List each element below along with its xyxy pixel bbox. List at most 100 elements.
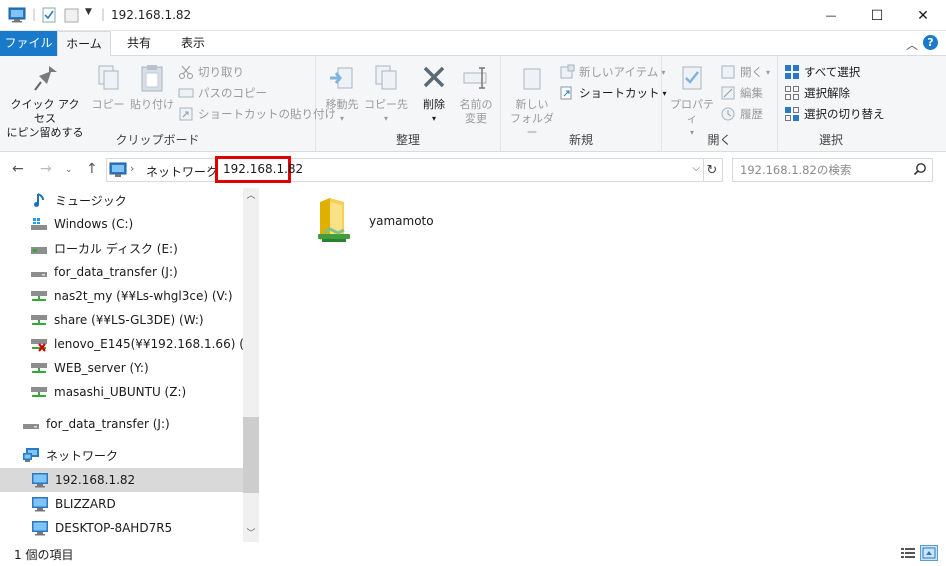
nav-item-label: for_data_transfer (J:) bbox=[46, 417, 170, 431]
tab-file[interactable]: ファイル bbox=[0, 31, 57, 56]
search-box[interactable] bbox=[732, 158, 933, 182]
new-folder-qat-icon[interactable] bbox=[64, 7, 80, 23]
nav-item-for-data-transfer-j[interactable]: for_data_transfer (J:) bbox=[0, 260, 243, 284]
close-button[interactable]: ✕ bbox=[900, 0, 946, 31]
qat-customize-icon[interactable]: ▼ bbox=[85, 7, 92, 17]
open-icon bbox=[721, 65, 735, 79]
breadcrumb-current-highlighted[interactable]: 192.168.1.82 bbox=[215, 156, 303, 183]
scroll-up-icon[interactable]: ︿ bbox=[243, 188, 259, 204]
copy-to-dropdown-icon: ▾ bbox=[383, 114, 388, 123]
network-drive-icon bbox=[30, 288, 48, 304]
easy-access-button[interactable]: ショートカット ▾ bbox=[559, 83, 667, 103]
nav-item-windows-c[interactable]: Windows (C:) bbox=[0, 212, 243, 236]
breadcrumb-chevron-1[interactable]: › bbox=[130, 162, 134, 175]
copy-icon bbox=[98, 65, 119, 90]
nav-item-network[interactable]: ネットワーク bbox=[0, 443, 243, 467]
nav-item-music[interactable]: ミュージック bbox=[0, 188, 243, 212]
move-to-label: 移動先 bbox=[325, 98, 359, 111]
forward-button[interactable]: → bbox=[40, 161, 52, 177]
navigation-scrollbar[interactable]: ︿ ﹀ bbox=[243, 188, 259, 542]
maximize-button[interactable]: ☐ bbox=[854, 0, 900, 31]
rename-icon bbox=[463, 67, 487, 89]
recent-locations-button[interactable]: ⌄ bbox=[65, 165, 73, 175]
help-icon[interactable]: ? bbox=[923, 35, 938, 50]
new-item-button[interactable]: 新しいアイテム ▾ bbox=[559, 62, 665, 82]
nav-item-label: BLIZZARD bbox=[55, 497, 116, 511]
address-dropdown-icon[interactable]: ⌵ bbox=[692, 163, 700, 174]
nav-item-web-server-y[interactable]: WEB_server (Y:) bbox=[0, 356, 243, 380]
invert-selection-icon bbox=[785, 107, 799, 121]
qat-separator-2: | bbox=[101, 7, 106, 21]
refresh-button[interactable]: ↻ bbox=[702, 158, 723, 182]
new-folder-label-1: 新しい bbox=[515, 98, 549, 111]
tab-share[interactable]: 共有 bbox=[112, 31, 166, 56]
back-button[interactable]: ← bbox=[12, 161, 24, 177]
nav-item-desktop-8ahd7r5[interactable]: DESKTOP-8AHD7R5 bbox=[0, 516, 243, 540]
nav-item-blizzard[interactable]: BLIZZARD bbox=[0, 492, 243, 516]
address-bar[interactable]: › ネットワーク › ⌵ bbox=[106, 158, 704, 182]
select-all-button[interactable]: すべて選択 bbox=[784, 62, 860, 82]
details-view-button[interactable] bbox=[899, 545, 917, 561]
large-icons-view-icon bbox=[922, 547, 936, 559]
invert-selection-button[interactable]: 選択の切り替え bbox=[784, 104, 885, 124]
copy-path-button[interactable]: パスのコピー bbox=[178, 83, 267, 103]
title-bar: | ▼ | 192.168.1.82 — ☐ ✕ bbox=[0, 0, 946, 31]
paste-shortcut-button[interactable]: ショートカットの貼り付け bbox=[178, 104, 336, 124]
tab-home[interactable]: ホーム bbox=[57, 31, 111, 57]
nav-item-label: DESKTOP-8AHD7R5 bbox=[55, 521, 173, 535]
new-group-label: 新規 bbox=[568, 133, 593, 147]
nav-item-label: ローカル ディスク (E:) bbox=[54, 241, 178, 256]
select-none-button[interactable]: 選択解除 bbox=[784, 83, 850, 103]
move-to-dropdown-icon: ▾ bbox=[339, 114, 344, 123]
breadcrumb-chevron-2[interactable]: › bbox=[207, 162, 211, 175]
edit-icon bbox=[721, 86, 735, 100]
delete-button[interactable]: 削除 ▾ bbox=[414, 62, 454, 126]
rename-button[interactable]: 名前の 変更 bbox=[454, 62, 498, 126]
shared-folder-icon bbox=[318, 198, 350, 242]
history-button[interactable]: 履歴 bbox=[720, 104, 763, 124]
scroll-down-icon[interactable]: ﹀ bbox=[243, 526, 259, 542]
nav-item-lenovo-e145-x[interactable]: lenovo_E145(¥¥192.168.1.66) (X:) bbox=[0, 332, 259, 356]
copy-path-icon bbox=[178, 88, 194, 98]
copy-button[interactable]: コピー bbox=[88, 62, 128, 112]
status-bar: 1 個の項目 bbox=[0, 542, 946, 566]
search-input[interactable] bbox=[733, 159, 903, 181]
nav-item-for-data-transfer-j-root[interactable]: for_data_transfer (J:) bbox=[0, 412, 243, 436]
paste-label: 貼り付け bbox=[130, 98, 174, 111]
copy-to-button[interactable]: コピー先 ▾ bbox=[364, 62, 408, 126]
open-button[interactable]: 開く ▾ bbox=[720, 62, 770, 82]
scrollbar-thumb[interactable] bbox=[243, 417, 259, 493]
new-folder-button[interactable]: 新しい フォルダー bbox=[505, 62, 559, 140]
nav-item-share-w[interactable]: share (¥¥LS-GL3DE) (W:) bbox=[0, 308, 243, 332]
minimize-button[interactable]: — bbox=[808, 0, 854, 31]
properties-qat-icon[interactable] bbox=[42, 7, 56, 23]
rename-label-2: 変更 bbox=[465, 112, 487, 125]
folder-item-yamamoto[interactable]: yamamoto bbox=[314, 196, 454, 246]
move-to-icon bbox=[330, 67, 353, 89]
paste-button[interactable]: 貼り付け bbox=[130, 62, 174, 112]
open-group: プロパティ ▾ 開く ▾ 編集 履歴 開く bbox=[662, 56, 778, 152]
nav-item-nas2t-my-v[interactable]: nas2t_my (¥¥Ls-whgl3ce) (V:) bbox=[0, 284, 243, 308]
computer-icon bbox=[31, 472, 49, 488]
app-icon[interactable] bbox=[8, 7, 26, 23]
nav-item-label: masashi_UBUNTU (Z:) bbox=[54, 385, 187, 399]
cut-button[interactable]: 切り取り bbox=[178, 62, 244, 82]
network-drive-icon bbox=[30, 384, 48, 400]
ribbon-collapse-icon[interactable]: ︿ bbox=[906, 36, 918, 53]
removable-drive-icon bbox=[22, 416, 40, 432]
edit-button[interactable]: 編集 bbox=[720, 83, 763, 103]
nav-item-192-168-1-82[interactable]: 192.168.1.82 bbox=[0, 468, 243, 492]
properties-button[interactable]: プロパティ ▾ bbox=[666, 62, 718, 140]
nav-item-local-disk-e[interactable]: ローカル ディスク (E:) bbox=[0, 236, 243, 260]
pin-quick-access-button[interactable]: クイック アクセス にピン留めする bbox=[6, 62, 84, 140]
large-icons-view-button[interactable] bbox=[920, 545, 938, 561]
nav-item-masashi-ubuntu-z[interactable]: masashi_UBUNTU (Z:) bbox=[0, 380, 243, 404]
nav-item-label: nas2t_my (¥¥Ls-whgl3ce) (V:) bbox=[54, 289, 233, 303]
invert-selection-label: 選択の切り替え bbox=[804, 107, 885, 121]
up-button[interactable]: ↑ bbox=[86, 161, 98, 177]
properties-label: プロパティ bbox=[670, 98, 714, 125]
open-group-label: 開く bbox=[707, 133, 732, 147]
tab-view[interactable]: 表示 bbox=[166, 31, 220, 56]
windows-drive-icon bbox=[30, 216, 48, 232]
move-to-button[interactable]: 移動先 ▾ bbox=[320, 62, 364, 126]
